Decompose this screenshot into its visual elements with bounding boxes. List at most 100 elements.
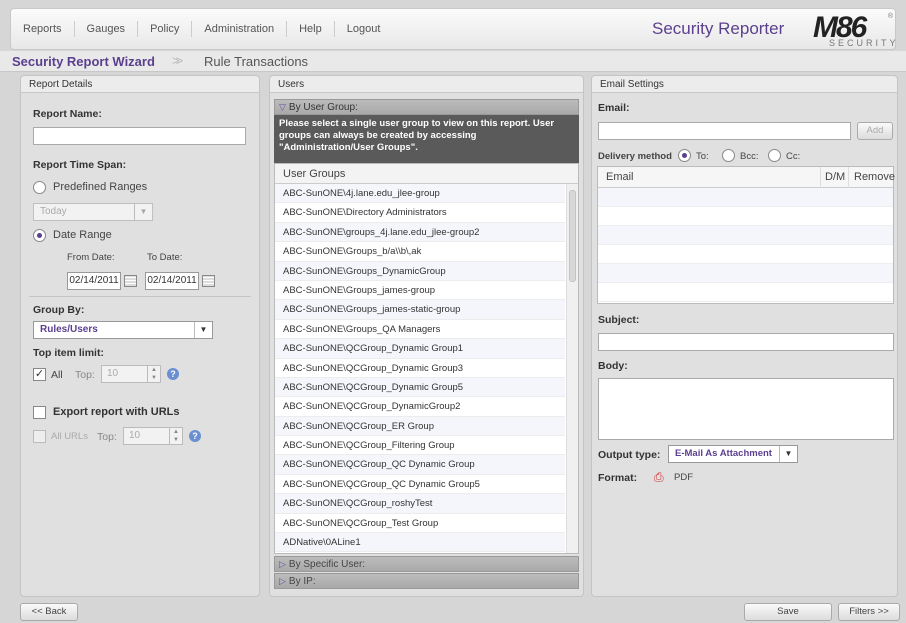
help-icon[interactable]: ? [189, 430, 201, 442]
output-type-select[interactable]: E-Mail As Attachment ▼ [668, 445, 798, 463]
table-row [598, 226, 893, 245]
top-limit-label: Top item limit: [33, 347, 104, 359]
export-urls-label: Export report with URLs [53, 406, 180, 418]
breadcrumb-separator-icon: >> [172, 53, 183, 68]
list-item[interactable]: ABC-SunONE\Groups_DynamicGroup [275, 261, 565, 281]
list-item[interactable]: ABC-SunONE\Groups_james-static-group [275, 300, 565, 320]
scrollbar[interactable] [566, 184, 578, 553]
table-row [598, 188, 893, 207]
user-groups-list: User Groups ABC-SunONE\4j.lane.edu_jlee-… [274, 163, 579, 554]
list-item[interactable]: ABC-SunONE\QCGroup_Dynamic Group1 [275, 339, 565, 359]
all-label: All [51, 369, 63, 381]
list-item[interactable]: ABC-SunONE\Groups_james-group [275, 281, 565, 301]
main-nav: Reports Gauges Policy Administration Hel… [11, 9, 392, 49]
by-group-label: By User Group: [288, 102, 358, 113]
list-item[interactable]: ABC-SunONE\Groups_b/a\\b\,ak [275, 242, 565, 262]
list-item[interactable]: ABC-SunONE\QCGroup_Dynamic Group5 [275, 377, 565, 398]
body-label: Body: [598, 360, 628, 372]
top2-value: 10 [129, 430, 141, 441]
nav-policy[interactable]: Policy [138, 21, 193, 37]
group-by-select[interactable]: Rules/Users ▼ [33, 321, 213, 339]
subject-input[interactable] [598, 333, 894, 351]
nav-administration[interactable]: Administration [192, 21, 288, 37]
export-urls-checkbox[interactable] [33, 406, 46, 419]
from-date-input[interactable]: 02/14/2011 [67, 272, 121, 290]
top-spinner[interactable]: 10 ▲ ▼ [101, 365, 161, 383]
predefined-radio[interactable] [33, 181, 46, 194]
list-item[interactable]: ABC-SunONE\Directory Administrators [275, 203, 565, 223]
app-title: Security Reporter [652, 19, 785, 38]
by-ip-header[interactable]: ▷ By IP: [274, 573, 579, 589]
all-checkbox[interactable]: ✓ [33, 368, 46, 381]
date-range-label: Date Range [53, 229, 112, 241]
save-button[interactable]: Save [744, 603, 832, 621]
email-input[interactable] [598, 122, 851, 140]
nav-gauges[interactable]: Gauges [75, 21, 139, 37]
list-item[interactable]: ABC-SunONE\QCGroup_roshyTest [275, 494, 565, 514]
nav-reports[interactable]: Reports [11, 21, 75, 37]
top-value: 10 [107, 368, 119, 379]
top2-label: Top: [97, 431, 117, 443]
by-specific-user-header[interactable]: ▷ By Specific User: [274, 556, 579, 572]
format-label: Format: [598, 472, 638, 484]
format-value: PDF [674, 472, 693, 483]
email-recipients-table: Email D/M Remove [597, 166, 895, 304]
list-item[interactable]: ABC-SunONE\QCGroup_DynamicGroup2 [275, 397, 565, 417]
date-range-radio[interactable] [33, 229, 46, 242]
list-item[interactable]: ABC-SunONE\QCGroup_QC Dynamic Group5 [275, 475, 565, 495]
add-button[interactable]: Add [857, 122, 893, 140]
predefined-select[interactable]: Today ▼ [33, 203, 153, 221]
scrollbar-thumb[interactable] [569, 190, 576, 282]
list-item[interactable]: ABC-SunONE\4j.lane.edu_jlee-group [275, 184, 565, 204]
filters-button[interactable]: Filters >> [838, 603, 900, 621]
list-item[interactable]: ABC-SunONE\QCGroup_ER Group [275, 416, 565, 437]
list-item[interactable]: ABC-SunONE\QCGroup_QC Dynamic Group [275, 455, 565, 475]
all-urls-label: All URLs [51, 431, 88, 442]
m86-logo: M86 SECURITY ® [799, 11, 896, 49]
body-textarea[interactable] [598, 378, 894, 440]
table-row [598, 264, 893, 283]
all-urls-checkbox[interactable] [33, 430, 46, 443]
top-label: Top: [75, 369, 95, 381]
table-row [598, 283, 893, 302]
report-details-panel: Report Details Report Name: Report Time … [20, 75, 260, 597]
to-date-label: To Date: [147, 252, 183, 263]
triangle-down-icon: ▽ [279, 102, 286, 112]
list-item[interactable]: ADNative\0ALine1 [275, 533, 565, 553]
spinner-arrows-icon[interactable]: ▲ ▼ [169, 428, 182, 444]
bcc-label: Bcc: [740, 151, 759, 162]
bcc-radio[interactable] [722, 149, 735, 162]
users-panel: Users ▽ By User Group: Please select a si… [269, 75, 584, 597]
chevron-down-icon: ▼ [134, 204, 152, 220]
breadcrumb-current: Rule Transactions [204, 54, 309, 69]
to-label: To: [696, 151, 709, 162]
panel-title: Users [270, 76, 583, 93]
top-urls-spinner[interactable]: 10 ▲ ▼ [123, 427, 183, 445]
cc-label: Cc: [786, 151, 801, 162]
breadcrumb-wizard[interactable]: Security Report Wizard [12, 54, 155, 69]
by-user-group-header[interactable]: ▽ By User Group: [274, 99, 579, 115]
nav-help[interactable]: Help [287, 21, 335, 37]
spinner-arrows-icon[interactable]: ▲ ▼ [147, 366, 160, 382]
to-date-input[interactable]: 02/14/2011 [145, 272, 199, 290]
group-by-label: Group By: [33, 304, 85, 316]
panel-title: Email Settings [592, 76, 897, 93]
back-button[interactable]: << Back [20, 603, 78, 621]
cc-radio[interactable] [768, 149, 781, 162]
report-name-input[interactable] [33, 127, 246, 145]
list-item[interactable]: ABC-SunONE\groups_4j.lane.edu_jlee-group… [275, 222, 565, 243]
list-item[interactable]: ABC-SunONE\QCGroup_Filtering Group [275, 436, 565, 456]
nav-logout[interactable]: Logout [335, 21, 393, 37]
calendar-icon[interactable] [124, 275, 137, 287]
group-rows: ABC-SunONE\4j.lane.edu_jlee-group ABC-Sun… [275, 184, 578, 553]
predefined-value: Today [40, 206, 67, 217]
list-item[interactable]: ABC-SunONE\QCGroup_Test Group [275, 514, 565, 534]
to-radio[interactable] [678, 149, 691, 162]
from-date-label: From Date: [67, 252, 115, 263]
subject-label: Subject: [598, 314, 640, 326]
predefined-label: Predefined Ranges [53, 181, 148, 193]
help-icon[interactable]: ? [167, 368, 179, 380]
list-item[interactable]: ABC-SunONE\QCGroup_Dynamic Group3 [275, 359, 565, 378]
list-item[interactable]: ABC-SunONE\Groups_QA Managers [275, 320, 565, 340]
calendar-icon[interactable] [202, 275, 215, 287]
